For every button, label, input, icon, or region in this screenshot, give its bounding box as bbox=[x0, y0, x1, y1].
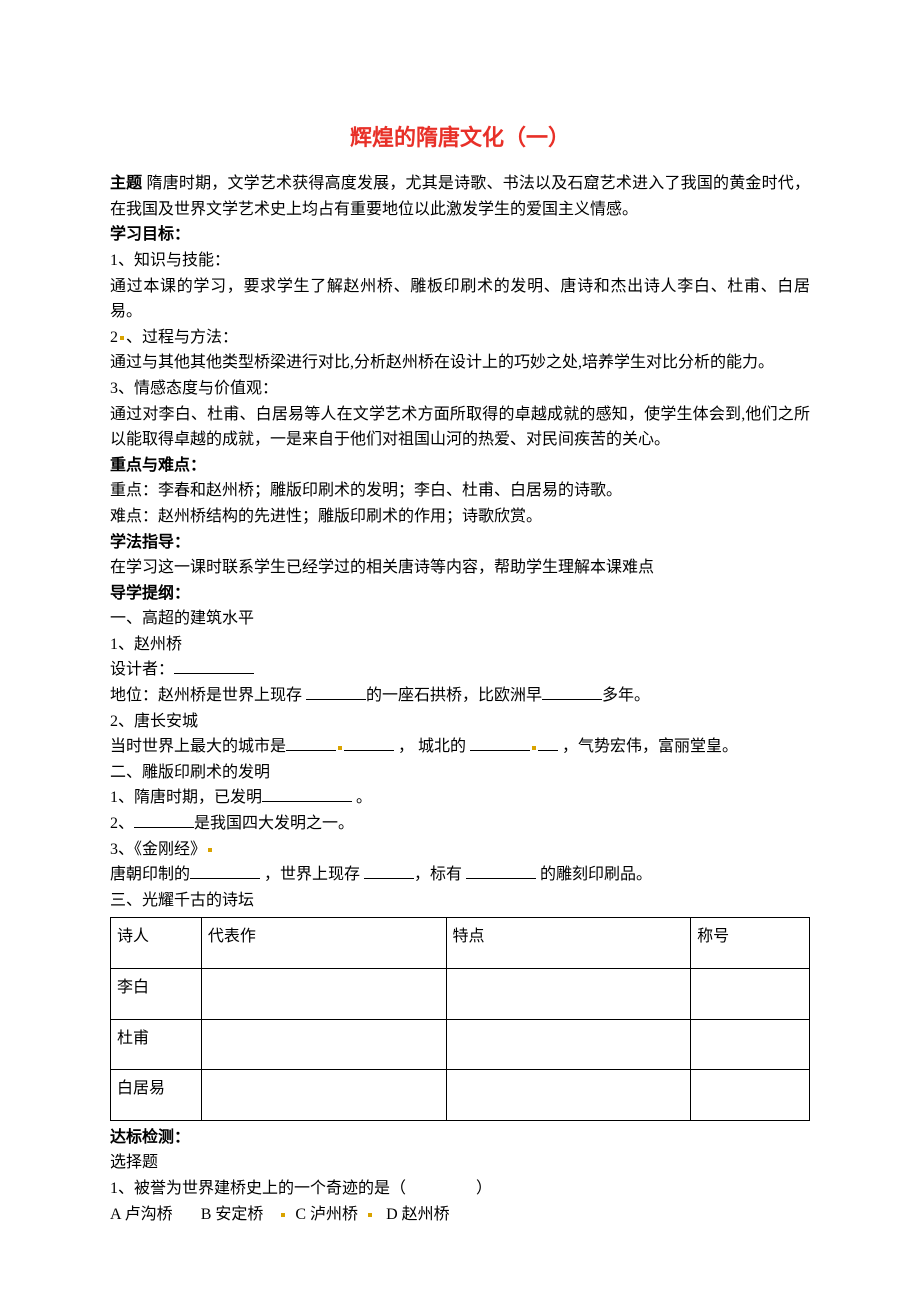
objective-2-body: 通过与其他其他类型桥梁进行对比,分析赵州桥在设计上的巧妙之处,培养学生对比分析的… bbox=[110, 350, 810, 376]
section-1-item-2: 2、唐长安城 bbox=[110, 709, 810, 735]
fill-blank[interactable] bbox=[542, 683, 602, 700]
status-c: 多年。 bbox=[602, 687, 650, 704]
dot-marker-icon bbox=[532, 746, 536, 750]
th-title: 称号 bbox=[691, 918, 810, 969]
theme-text: 隋唐时期，文学艺术获得高度发展，尤其是诗歌、书法以及石窟艺术进入了我国的黄金时代… bbox=[110, 175, 810, 218]
q1-stem: 1、被誉为世界建桥史上的一个奇迹的是（ bbox=[110, 1180, 406, 1197]
table-row: 李白 bbox=[111, 969, 810, 1020]
obj2-tail: 、过程与方法： bbox=[126, 329, 238, 346]
cell-title[interactable] bbox=[691, 1070, 810, 1121]
dot-marker-icon bbox=[120, 336, 124, 340]
fill-blank[interactable] bbox=[344, 734, 394, 751]
section-1-heading: 一、高超的建筑水平 bbox=[110, 606, 810, 632]
objective-1-head: 1、知识与技能： bbox=[110, 248, 810, 274]
changan-line: 当时世界上最大的城市是 ， 城北的 ，气势宏伟，富丽堂皇。 bbox=[110, 734, 810, 760]
method-body: 在学习这一课时联系学生已经学过的相关唐诗等内容，帮助学生理解本课难点 bbox=[110, 555, 810, 581]
cell-features[interactable] bbox=[446, 1019, 691, 1070]
theme-para: 主题 隋唐时期，文学艺术获得高度发展，尤其是诗歌、书法以及石窟艺术进入了我国的黄… bbox=[110, 171, 810, 222]
table-row: 杜甫 bbox=[111, 1019, 810, 1070]
fill-blank[interactable] bbox=[286, 734, 336, 751]
outline-heading: 导学提纲： bbox=[110, 581, 810, 607]
test-heading: 达标检测： bbox=[110, 1125, 810, 1151]
status-line: 地位：赵州桥是世界上现存 的一座石拱桥，比欧洲早 多年。 bbox=[110, 683, 810, 709]
cell-title[interactable] bbox=[691, 969, 810, 1020]
poet-table: 诗人 代表作 特点 称号 李白 杜甫 白居易 bbox=[110, 917, 810, 1120]
objective-3-body: 通过对李白、杜甫、白居易等人在文学艺术方面所取得的卓越成就的感知，使学生体会到,… bbox=[110, 402, 810, 453]
opt-a[interactable]: A 卢沟桥 bbox=[110, 1206, 173, 1223]
s2-3b-a: 唐朝印制的 bbox=[110, 866, 190, 883]
cell-features[interactable] bbox=[446, 1070, 691, 1121]
changan-a: 当时世界上最大的城市是 bbox=[110, 738, 286, 755]
s2-3-a: 3、《金刚经》 bbox=[110, 841, 206, 858]
s2-3b-c: ，标有 bbox=[414, 866, 466, 883]
fill-blank[interactable] bbox=[190, 862, 260, 879]
objective-2-head: 2 、过程与方法： bbox=[110, 325, 810, 351]
test-type: 选择题 bbox=[110, 1150, 810, 1176]
table-row: 白居易 bbox=[111, 1070, 810, 1121]
changan-c: ，气势宏伟，富丽堂皇。 bbox=[558, 738, 738, 755]
cell-features[interactable] bbox=[446, 969, 691, 1020]
th-poet: 诗人 bbox=[111, 918, 202, 969]
s2-1-b: 。 bbox=[352, 789, 372, 806]
s2-2-b: 是我国四大发明之一。 bbox=[194, 815, 354, 832]
th-features: 特点 bbox=[446, 918, 691, 969]
cell-works[interactable] bbox=[201, 1070, 446, 1121]
s2-3b-b: ，世界上现存 bbox=[260, 866, 364, 883]
designer-label: 设计者： bbox=[110, 661, 174, 678]
question-1: 1、被誉为世界建桥史上的一个奇迹的是（ ） bbox=[110, 1176, 810, 1202]
fill-blank[interactable] bbox=[174, 657, 254, 674]
objective-3-head: 3、情感态度与价值观： bbox=[110, 376, 810, 402]
objectives-heading: 学习目标： bbox=[110, 222, 810, 248]
cell-poet: 白居易 bbox=[111, 1070, 202, 1121]
fill-blank[interactable] bbox=[364, 862, 414, 879]
s2-3b-d: 的雕刻印刷品。 bbox=[536, 866, 652, 883]
fill-blank[interactable] bbox=[538, 734, 558, 751]
table-header-row: 诗人 代表作 特点 称号 bbox=[111, 918, 810, 969]
dot-marker-icon bbox=[208, 848, 212, 852]
method-heading: 学法指导： bbox=[110, 530, 810, 556]
opt-b[interactable]: B 安定桥 bbox=[201, 1206, 264, 1223]
s2-item-1: 1、隋唐时期，已发明 。 bbox=[110, 785, 810, 811]
cell-poet: 李白 bbox=[111, 969, 202, 1020]
designer-line: 设计者： bbox=[110, 657, 810, 683]
keypoint-text: 重点：李春和赵州桥；雕版印刷术的发明；李白、杜甫、白居易的诗歌。 bbox=[110, 478, 810, 504]
q1-end: ） bbox=[476, 1180, 492, 1197]
s2-item-3: 3、《金刚经》 bbox=[110, 837, 810, 863]
section-3-heading: 三、光耀千古的诗坛 bbox=[110, 888, 810, 914]
opt-c[interactable]: C 泸州桥 bbox=[295, 1206, 358, 1223]
cell-works[interactable] bbox=[201, 1019, 446, 1070]
s2-item-3-body: 唐朝印制的 ，世界上现存 ，标有 的雕刻印刷品。 bbox=[110, 862, 810, 888]
cell-title[interactable] bbox=[691, 1019, 810, 1070]
difficulty-text: 难点：赵州桥结构的先进性；雕版印刷术的作用；诗歌欣赏。 bbox=[110, 504, 810, 530]
changan-b: ， 城北的 bbox=[394, 738, 470, 755]
cell-works[interactable] bbox=[201, 969, 446, 1020]
dot-marker-icon bbox=[281, 1213, 285, 1217]
section-2-heading: 二、雕版印刷术的发明 bbox=[110, 760, 810, 786]
question-1-options: A 卢沟桥 B 安定桥 C 泸州桥 D 赵州桥 bbox=[110, 1202, 810, 1228]
fill-blank[interactable] bbox=[134, 811, 194, 828]
dot-marker-icon bbox=[338, 746, 342, 750]
s2-1-a: 1、隋唐时期，已发明 bbox=[110, 789, 262, 806]
dot-marker-icon bbox=[368, 1213, 372, 1217]
obj2-num: 2 bbox=[110, 329, 118, 346]
th-works: 代表作 bbox=[201, 918, 446, 969]
page-title: 辉煌的隋唐文化（一） bbox=[110, 120, 810, 155]
section-1-item-1: 1、赵州桥 bbox=[110, 632, 810, 658]
fill-blank[interactable] bbox=[262, 785, 352, 802]
s2-item-2: 2、 是我国四大发明之一。 bbox=[110, 811, 810, 837]
fill-blank[interactable] bbox=[306, 683, 366, 700]
objective-1-body: 通过本课的学习，要求学生了解赵州桥、雕板印刷术的发明、唐诗和杰出诗人李白、杜甫、… bbox=[110, 274, 810, 325]
fill-blank[interactable] bbox=[466, 862, 536, 879]
fill-blank[interactable] bbox=[470, 734, 530, 751]
document-page: 辉煌的隋唐文化（一） 主题 隋唐时期，文学艺术获得高度发展，尤其是诗歌、书法以及… bbox=[0, 0, 920, 1302]
theme-label: 主题 bbox=[110, 175, 142, 192]
cell-poet: 杜甫 bbox=[111, 1019, 202, 1070]
status-a: 地位：赵州桥是世界上现存 bbox=[110, 687, 306, 704]
keydiff-heading: 重点与难点： bbox=[110, 453, 810, 479]
s2-2-a: 2、 bbox=[110, 815, 134, 832]
status-b: 的一座石拱桥，比欧洲早 bbox=[366, 687, 542, 704]
opt-d[interactable]: D 赵州桥 bbox=[386, 1206, 450, 1223]
